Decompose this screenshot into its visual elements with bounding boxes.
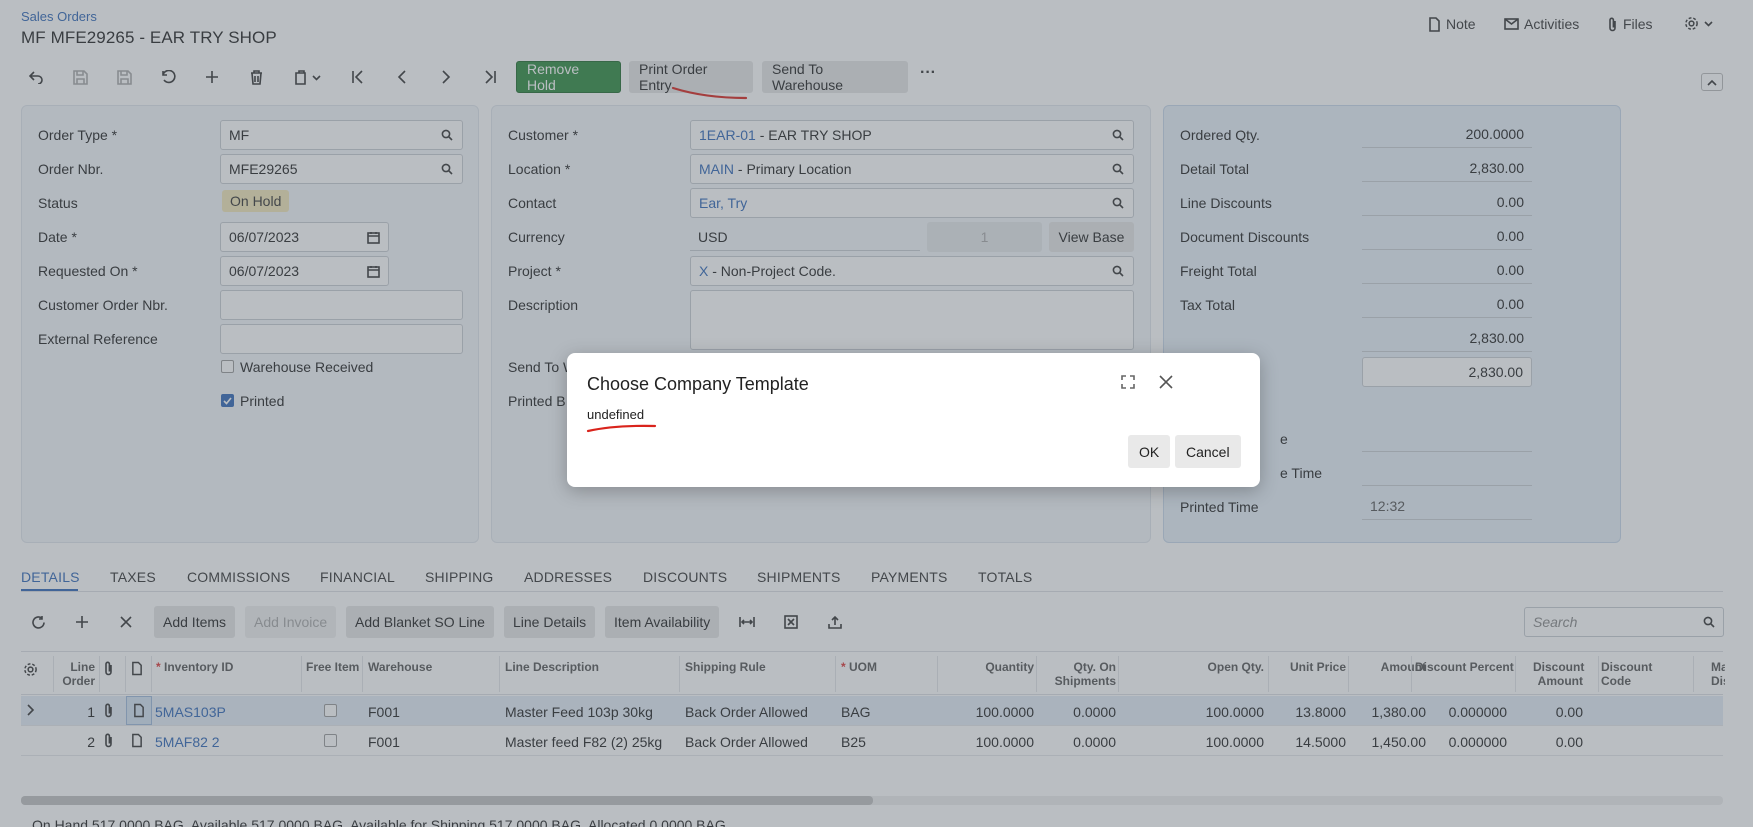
dialog-title: Choose Company Template (587, 374, 809, 394)
annotation-underline (586, 424, 657, 433)
cancel-button[interactable]: Cancel (1175, 435, 1241, 468)
choose-template-dialog: Choose Company Template undefined OK Can… (567, 353, 1260, 487)
ok-button[interactable]: OK (1128, 435, 1171, 468)
dialog-message: undefined (587, 407, 645, 422)
maximize-icon[interactable] (1119, 373, 1137, 391)
close-icon[interactable] (1156, 372, 1176, 392)
